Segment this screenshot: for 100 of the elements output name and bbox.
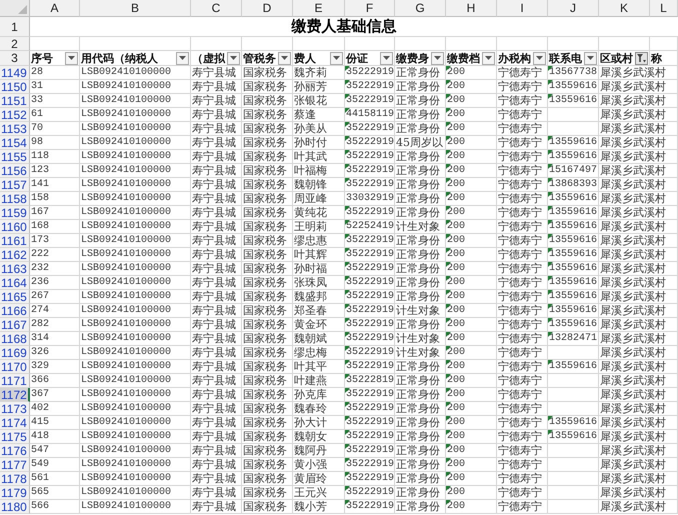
filter-dropdown-button[interactable] <box>176 52 189 64</box>
table-cell: 犀溪乡武溪村 <box>600 487 666 498</box>
table-cell: 犀溪乡武溪村 <box>600 361 666 372</box>
table-cell: 寿宁县城 <box>192 431 236 442</box>
column-header[interactable]: C <box>212 1 220 15</box>
row-number[interactable]: 1156 <box>0 164 30 178</box>
row-number[interactable]: 1172 <box>0 388 30 402</box>
filter-dropdown-button[interactable] <box>380 52 393 64</box>
row-number[interactable]: 1176 <box>0 444 30 458</box>
row-number[interactable]: 1162 <box>0 248 30 262</box>
caret-icon <box>68 56 75 60</box>
table-cell: 宁德寿宁 <box>498 445 542 456</box>
column-header[interactable]: G <box>415 1 425 15</box>
table-cell: 寿宁县城 <box>192 375 236 386</box>
table-cell: 国家税务 <box>243 473 287 484</box>
filter-dropdown-button[interactable] <box>65 52 78 64</box>
table-cell: 367 <box>31 390 50 400</box>
row-number[interactable]: 2 <box>11 38 18 50</box>
table-cell: 35222919 <box>346 404 394 414</box>
table-cell: 141 <box>31 180 50 190</box>
table-cell: 宁德寿宁 <box>498 165 542 176</box>
table-cell: LSB092410100000 <box>81 292 172 302</box>
table-cell: 魏小芳 <box>294 501 327 512</box>
row-number[interactable]: 1155 <box>0 150 30 164</box>
table-cell: 200 <box>447 460 466 470</box>
table-cell: 寿宁县城 <box>192 487 236 498</box>
row-number[interactable]: 1161 <box>0 234 30 248</box>
table-cell: 寿宁县城 <box>192 95 236 106</box>
table-cell: 计生对象 <box>396 347 440 358</box>
row-number[interactable]: 1158 <box>0 192 30 206</box>
table-cell: 寿宁县城 <box>192 249 236 260</box>
column-header[interactable]: D <box>262 1 272 15</box>
column-header[interactable]: B <box>130 1 139 15</box>
table-cell: 国家税务 <box>243 109 287 120</box>
table-cell: 33 <box>31 96 44 106</box>
row-number[interactable]: 3 <box>11 52 18 64</box>
table-cell: 国家税务 <box>243 151 287 162</box>
table-cell: 35222919 <box>346 236 394 246</box>
table-cell: 魏阿丹 <box>294 445 327 456</box>
row-number[interactable]: 1180 <box>0 500 30 514</box>
table-cell: 魏朝斌 <box>294 333 327 344</box>
row-number[interactable]: 1175 <box>0 430 30 444</box>
column-header[interactable]: K <box>620 1 628 15</box>
row-number[interactable]: 1154 <box>0 136 30 150</box>
filter-dropdown-button[interactable] <box>227 52 240 64</box>
row-number[interactable]: 1166 <box>0 304 30 318</box>
row-number[interactable]: 1152 <box>0 108 30 122</box>
caret-icon <box>333 56 340 60</box>
table-cell: 寿宁县城 <box>192 333 236 344</box>
column-header[interactable]: I <box>520 1 524 15</box>
table-cell: 正常身份 <box>396 151 440 162</box>
row-number[interactable]: 1165 <box>0 290 30 304</box>
table-cell: 13559616 <box>549 264 598 274</box>
row-number[interactable]: 1160 <box>0 220 30 234</box>
filter-dropdown-button[interactable] <box>482 52 495 64</box>
filter-dropdown-button[interactable] <box>584 52 597 64</box>
row-number[interactable]: 1167 <box>0 318 30 332</box>
row-number[interactable]: 1 <box>11 20 18 32</box>
table-cell: 232 <box>31 264 50 274</box>
column-header[interactable]: F <box>366 1 374 15</box>
row-number[interactable]: 1179 <box>0 486 30 500</box>
row-number[interactable]: 1153 <box>0 122 30 136</box>
filter-dropdown-button[interactable] <box>431 52 444 64</box>
table-cell: 犀溪乡武溪村 <box>600 263 666 274</box>
table-cell: 国家税务 <box>243 123 287 134</box>
table-cell: 犀溪乡武溪村 <box>600 137 666 148</box>
column-header[interactable]: E <box>314 1 322 15</box>
table-cell: 寿宁县城 <box>192 67 236 78</box>
table-cell: 国家税务 <box>243 207 287 218</box>
row-number[interactable]: 1178 <box>0 472 30 486</box>
filter-dropdown-button[interactable] <box>330 52 343 64</box>
row-number[interactable]: 1159 <box>0 206 30 220</box>
table-cell: 正常身份 <box>396 459 440 470</box>
row-number[interactable]: 1170 <box>0 360 30 374</box>
row-number[interactable]: 1163 <box>0 262 30 276</box>
column-header[interactable]: H <box>466 1 476 15</box>
table-cell: 35222919 <box>346 334 394 344</box>
table-cell: 寿宁县城 <box>192 137 236 148</box>
row-number[interactable]: 1150 <box>0 80 30 94</box>
column-header[interactable]: J <box>570 1 576 15</box>
table-cell: 200 <box>447 432 466 442</box>
column-header[interactable]: A <box>50 1 58 15</box>
row-number[interactable]: 1171 <box>0 374 30 388</box>
table-cell: LSB092410100000 <box>81 446 172 456</box>
row-number[interactable]: 1177 <box>0 458 30 472</box>
table-cell: LSB092410100000 <box>81 334 172 344</box>
row-number[interactable]: 1149 <box>0 66 30 80</box>
row-number[interactable]: 1157 <box>0 178 30 192</box>
row-number[interactable]: 1174 <box>0 416 30 430</box>
filter-dropdown-button[interactable] <box>533 52 546 64</box>
row-number[interactable]: 1173 <box>0 402 30 416</box>
active-filter-button[interactable] <box>635 52 648 64</box>
row-number[interactable]: 1164 <box>0 276 30 290</box>
table-cell: 周亚峰 <box>294 193 327 204</box>
row-number[interactable]: 1169 <box>0 346 30 360</box>
filter-dropdown-button[interactable] <box>278 52 291 64</box>
row-number[interactable]: 1151 <box>0 94 30 108</box>
table-cell: 415 <box>31 418 50 428</box>
row-number[interactable]: 1168 <box>0 332 30 346</box>
table-cell: 200 <box>447 124 466 134</box>
